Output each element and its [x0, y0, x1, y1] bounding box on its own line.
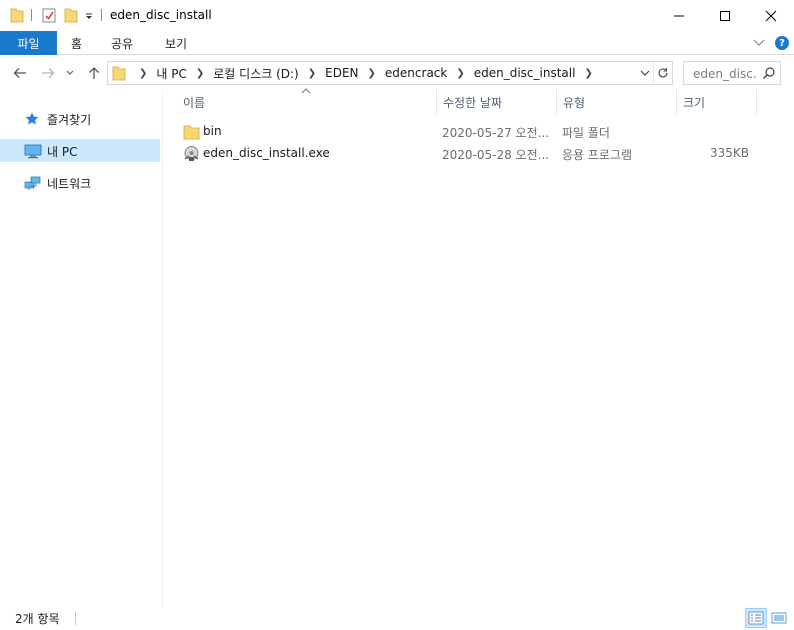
tab-file[interactable]: 파일 [0, 31, 57, 55]
chevron-down-icon [66, 70, 74, 75]
sidebar-item-network[interactable]: 네트워크 [0, 171, 160, 194]
properties-icon[interactable] [42, 6, 56, 24]
column-divider[interactable] [676, 89, 677, 115]
chevron-right-icon[interactable]: ❯ [139, 68, 147, 79]
large-icons-view-button[interactable] [768, 608, 790, 628]
tab-home[interactable]: 홈 [71, 31, 82, 55]
help-icon: ? [775, 36, 789, 50]
file-name: bin [203, 124, 222, 138]
arrow-left-icon [13, 68, 26, 78]
address-history-dropdown[interactable] [638, 62, 652, 84]
toolbar-separator [31, 9, 32, 21]
maximize-icon [720, 10, 730, 21]
refresh-icon [657, 68, 668, 78]
chevron-right-icon[interactable]: ❯ [456, 68, 464, 79]
status-separator [75, 612, 76, 625]
toolbar-separator [101, 9, 102, 21]
chevron-right-icon[interactable]: ❯ [368, 68, 376, 79]
chevron-down-icon [640, 70, 650, 76]
search-icon[interactable] [762, 66, 776, 83]
star-icon [24, 111, 40, 127]
details-view-icon [748, 611, 764, 625]
tab-share[interactable]: 공유 [111, 31, 133, 55]
network-icon [24, 175, 41, 191]
sidebar-item-label: 내 PC [47, 145, 78, 159]
status-bar: 2개 항목 [0, 607, 794, 630]
sidebar-item-this-pc[interactable]: 내 PC [0, 139, 160, 162]
chevron-right-icon[interactable]: ❯ [196, 68, 204, 79]
recent-locations-button[interactable] [63, 62, 77, 84]
file-type: 응용 프로그램 [562, 148, 633, 162]
chevron-right-icon[interactable]: ❯ [584, 68, 592, 79]
refresh-button[interactable] [653, 62, 671, 84]
breadcrumb-item-local-disk[interactable]: 로컬 디스크 (D:) [213, 65, 298, 82]
chevron-right-icon[interactable]: ❯ [308, 68, 316, 79]
address-bar[interactable]: ❯ 내 PC ❯ 로컬 디스크 (D:) ❯ EDEN ❯ edencrack … [107, 61, 673, 85]
minimize-button[interactable] [656, 0, 702, 31]
ribbon-tabs: 파일 홈 공유 보기 ? [0, 31, 794, 55]
file-date-modified: 2020-05-27 오전... [442, 126, 550, 140]
title-bar: eden_disc_install [0, 0, 794, 31]
breadcrumb-item-eden[interactable]: EDEN [325, 66, 358, 80]
file-type: 파일 폴더 [562, 126, 610, 140]
column-header-size[interactable]: 크기 [683, 89, 755, 115]
folder-icon [183, 123, 200, 140]
column-header-date-modified[interactable]: 수정한 날짜 [443, 89, 555, 115]
installer-exe-icon [183, 145, 200, 162]
arrow-up-icon [89, 67, 99, 79]
file-row-bin[interactable]: bin 2020-05-27 오전... 파일 폴더 [180, 121, 758, 143]
file-size: 335KB [709, 146, 749, 160]
file-date-modified: 2020-05-28 오전... [442, 148, 550, 162]
column-divider[interactable] [556, 89, 557, 115]
sidebar-item-label: 즐겨찾기 [47, 113, 92, 127]
sidebar-item-quick-access[interactable]: 즐겨찾기 [0, 107, 160, 130]
details-view-button[interactable] [745, 608, 767, 628]
computer-icon [24, 143, 42, 159]
customize-toolbar-dropdown-icon[interactable] [84, 6, 94, 24]
close-button[interactable] [748, 0, 794, 31]
search-input[interactable]: eden_disc... [683, 61, 781, 85]
up-button[interactable] [84, 62, 104, 84]
sidebar-item-label: 네트워크 [47, 177, 92, 191]
back-button[interactable] [10, 62, 30, 84]
help-button[interactable]: ? [774, 35, 790, 51]
large-icons-view-icon [771, 612, 787, 624]
column-header-type[interactable]: 유형 [563, 89, 675, 115]
tab-view[interactable]: 보기 [165, 31, 187, 55]
item-count: 2개 항목 [15, 612, 60, 626]
search-placeholder: eden_disc... [693, 67, 757, 81]
navigation-pane: 즐겨찾기 내 PC 네트워크 [0, 92, 163, 607]
breadcrumb: ❯ 내 PC ❯ 로컬 디스크 (D:) ❯ EDEN ❯ edencrack … [130, 62, 602, 84]
column-divider[interactable] [756, 89, 757, 115]
column-divider[interactable] [436, 89, 437, 115]
folder-icon [10, 6, 24, 24]
breadcrumb-item-eden-disc-install[interactable]: eden_disc_install [474, 66, 576, 80]
file-name: eden_disc_install.exe [203, 146, 330, 160]
column-header-name[interactable]: 이름 [183, 89, 435, 115]
maximize-button[interactable] [702, 0, 748, 31]
file-row-eden-disc-install-exe[interactable]: eden_disc_install.exe 2020-05-28 오전... 응… [180, 143, 758, 165]
arrow-right-icon [42, 68, 55, 78]
breadcrumb-item-this-pc[interactable]: 내 PC [156, 65, 186, 82]
minimize-icon [674, 15, 684, 16]
window-title: eden_disc_install [110, 8, 212, 22]
chevron-down-icon [753, 39, 765, 46]
breadcrumb-item-edencrack[interactable]: edencrack [385, 66, 447, 80]
forward-button[interactable] [38, 62, 58, 84]
folder-icon [112, 65, 126, 84]
new-folder-icon[interactable] [64, 6, 78, 24]
close-icon [765, 10, 777, 21]
expand-ribbon-button[interactable] [752, 35, 766, 51]
